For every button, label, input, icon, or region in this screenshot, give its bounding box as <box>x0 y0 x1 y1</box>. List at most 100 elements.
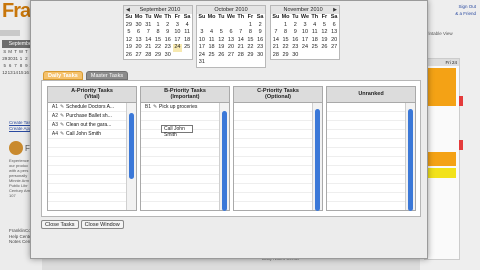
calendar-day[interactable]: 15 <box>246 37 256 45</box>
empty-task-row[interactable] <box>327 193 405 202</box>
calendar-day[interactable]: 29 <box>153 52 163 60</box>
calendar-day[interactable]: 1 <box>246 22 256 30</box>
empty-task-row[interactable] <box>327 184 405 193</box>
scrollbar-thumb[interactable] <box>408 109 413 211</box>
calendar-day[interactable]: 26 <box>320 44 330 52</box>
empty-task-row[interactable] <box>234 202 312 211</box>
calendar-day[interactable]: 27 <box>134 52 144 60</box>
sign-out-link[interactable]: Sign Out <box>458 4 476 9</box>
appointment-block[interactable] <box>428 152 456 166</box>
task-row[interactable]: A1 ✎ Schedule Doctors A... <box>48 103 126 112</box>
calendar-day[interactable]: 14 <box>236 37 246 45</box>
calendar-day[interactable]: 3 <box>197 29 207 37</box>
calendar-day[interactable]: 9 <box>290 29 300 37</box>
calendar-day[interactable]: 3 <box>173 22 183 30</box>
calendar-day[interactable]: 26 <box>124 52 134 60</box>
close-window-button[interactable]: Close Window <box>80 220 124 229</box>
empty-task-row[interactable] <box>327 139 405 148</box>
calendar-day[interactable]: 1 <box>153 22 163 30</box>
calendar-day[interactable]: 7 <box>271 29 281 37</box>
empty-task-row[interactable] <box>48 139 126 148</box>
calendar-day[interactable]: 22 <box>281 44 291 52</box>
calendar-day[interactable]: 27 <box>329 44 339 52</box>
empty-task-row[interactable] <box>327 121 405 130</box>
empty-task-row[interactable] <box>48 148 126 157</box>
empty-task-row[interactable] <box>234 175 312 184</box>
calendar-day[interactable]: 15 <box>281 37 291 45</box>
empty-task-row[interactable] <box>141 157 219 166</box>
calendar-day[interactable]: 16 <box>255 37 265 45</box>
calendar-day[interactable]: 27 <box>226 52 236 60</box>
empty-task-row[interactable] <box>327 103 405 112</box>
calendar-day[interactable]: 6 <box>226 29 236 37</box>
calendar-day[interactable]: 7 <box>236 29 246 37</box>
empty-task-row[interactable] <box>48 157 126 166</box>
calendar-day[interactable]: 13 <box>134 37 144 45</box>
tab-daily-tasks[interactable]: Daily Tasks <box>43 71 83 80</box>
column-scrollbar[interactable] <box>405 103 415 211</box>
next-month-icon[interactable]: ▶ <box>333 7 337 13</box>
calendar-day[interactable]: 7 <box>143 29 153 37</box>
task-row[interactable]: A3 ✎ Clean out the gara... <box>48 121 126 130</box>
calendar-day[interactable]: 14 <box>143 37 153 45</box>
calendar-day[interactable]: 2 <box>290 22 300 30</box>
calendar-day[interactable]: 31 <box>197 59 207 67</box>
dragged-task-editor[interactable]: Call John Smith <box>161 125 193 138</box>
calendar-day[interactable]: 3 <box>300 22 310 30</box>
calendar-day[interactable]: 19 <box>124 44 134 52</box>
tab-master-tasks[interactable]: Master Tasks <box>85 71 129 80</box>
calendar-day[interactable]: 16 <box>290 37 300 45</box>
calendar-day[interactable]: 23 <box>163 44 173 52</box>
empty-task-row[interactable] <box>141 148 219 157</box>
empty-task-row[interactable] <box>327 157 405 166</box>
column-scrollbar[interactable] <box>126 103 136 210</box>
task-text[interactable]: Purchase Ballet sh... <box>66 112 112 121</box>
task-row[interactable]: A2 ✎ Purchase Ballet sh... <box>48 112 126 121</box>
appointment-block[interactable] <box>428 68 456 106</box>
calendar-day[interactable]: 1 <box>281 22 291 30</box>
printable-view-link[interactable]: Printable View <box>424 31 480 39</box>
calendar-day[interactable]: 11 <box>207 37 217 45</box>
prev-month-icon[interactable]: ◀ <box>126 7 130 13</box>
calendar-day[interactable]: 24 <box>172 44 183 52</box>
empty-task-row[interactable] <box>141 184 219 193</box>
calendar-day[interactable]: 23 <box>290 44 300 52</box>
calendar-day[interactable]: 30 <box>134 22 144 30</box>
calendar-day[interactable]: 11 <box>310 29 320 37</box>
calendar-day[interactable]: 20 <box>134 44 144 52</box>
calendar-day[interactable]: 29 <box>246 52 256 60</box>
calendar-day[interactable]: 18 <box>207 44 217 52</box>
calendar-day[interactable]: 30 <box>163 52 173 60</box>
empty-task-row[interactable] <box>141 139 219 148</box>
empty-task-row[interactable] <box>141 112 219 121</box>
calendar-day[interactable]: 16 <box>163 37 173 45</box>
empty-task-row[interactable] <box>234 139 312 148</box>
empty-task-row[interactable] <box>327 130 405 139</box>
calendar-day[interactable]: 6 <box>329 22 339 30</box>
tell-friend-link[interactable]: & a Friend <box>455 11 476 16</box>
calendar-day[interactable]: 24 <box>300 44 310 52</box>
calendar-day[interactable]: 17 <box>173 37 183 45</box>
empty-task-row[interactable] <box>48 193 126 202</box>
calendar-day[interactable]: 29 <box>124 22 134 30</box>
calendar-day[interactable]: 12 <box>216 37 226 45</box>
empty-task-row[interactable] <box>234 112 312 121</box>
calendar-day[interactable]: 8 <box>153 29 163 37</box>
scrollbar-thumb[interactable] <box>222 111 227 211</box>
calendar-day[interactable]: 22 <box>246 44 256 52</box>
empty-task-row[interactable] <box>234 193 312 202</box>
empty-task-row[interactable] <box>234 148 312 157</box>
task-text[interactable]: Schedule Doctors A... <box>66 103 114 112</box>
empty-task-row[interactable] <box>327 148 405 157</box>
calendar-day[interactable]: 28 <box>236 52 246 60</box>
empty-task-row[interactable] <box>48 184 126 193</box>
empty-task-row[interactable] <box>327 202 405 211</box>
calendar-day[interactable]: 9 <box>255 29 265 37</box>
scrollbar-thumb[interactable] <box>315 109 320 211</box>
calendar-day[interactable]: 10 <box>173 29 183 37</box>
empty-task-row[interactable] <box>48 175 126 184</box>
empty-task-row[interactable] <box>234 103 312 112</box>
calendar-day[interactable]: 21 <box>236 44 246 52</box>
calendar-day[interactable]: 25 <box>182 44 192 52</box>
calendar-day[interactable]: 11 <box>182 29 192 37</box>
